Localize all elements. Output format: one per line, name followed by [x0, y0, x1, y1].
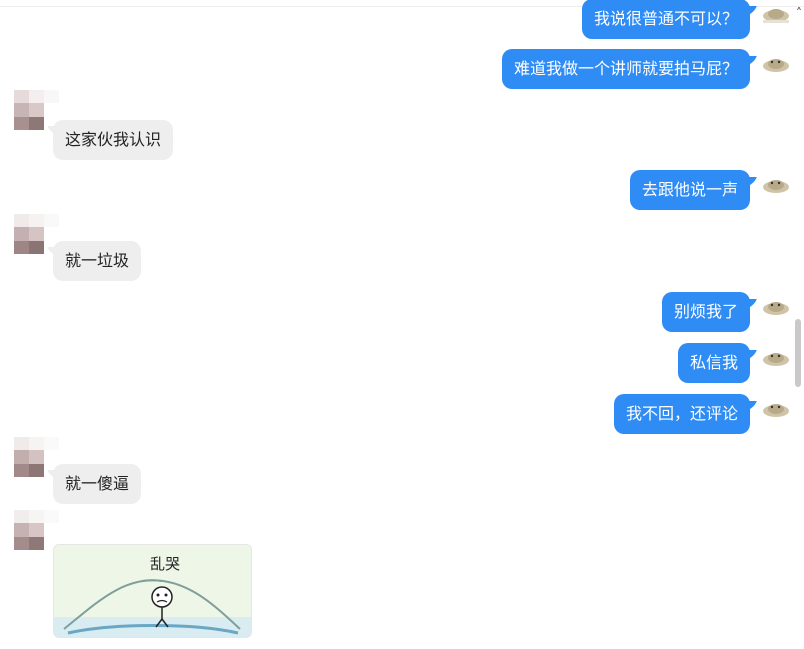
message-text: 就一垃圾: [65, 251, 130, 270]
chevron-up-icon[interactable]: ˄: [796, 6, 802, 20]
message-text: 我不回，还评论: [625, 404, 738, 423]
sticker-caption: 乱哭: [150, 555, 181, 573]
outgoing-message[interactable]: 私信我: [677, 343, 750, 383]
message-text: 这家伙我认识: [65, 130, 162, 149]
chat-window: ˄ 我说很普通不可以？ 难道我做一个讲师就要拍马屁？ 这家伙我认识 去跟他说一声: [0, 0, 804, 649]
cat-avatar-icon[interactable]: [761, 53, 791, 73]
message-text: 难道我做一个讲师就要拍马屁？: [513, 59, 738, 78]
message-text: 别烦我了: [673, 302, 738, 321]
cat-avatar-icon[interactable]: [761, 398, 791, 418]
incoming-message[interactable]: 这家伙我认识: [53, 120, 174, 160]
cat-avatar-icon[interactable]: [761, 296, 791, 316]
cat-avatar-icon[interactable]: [761, 347, 791, 367]
message-text: 我说很普通不可以？: [593, 9, 738, 28]
cat-avatar-icon[interactable]: [761, 174, 791, 194]
incoming-message[interactable]: 就一傻逼: [53, 464, 142, 504]
message-text: 去跟他说一声: [641, 180, 738, 199]
outgoing-message[interactable]: 去跟他说一声: [629, 170, 750, 210]
scrollbar-thumb[interactable]: [795, 319, 801, 387]
message-text: 私信我: [689, 353, 738, 372]
cat-avatar-icon[interactable]: [761, 3, 791, 23]
incoming-message[interactable]: 就一垃圾: [53, 241, 142, 281]
outgoing-message[interactable]: 我不回，还评论: [613, 394, 750, 434]
outgoing-message[interactable]: 我说很普通不可以？: [581, 0, 750, 39]
outgoing-message[interactable]: 难道我做一个讲师就要拍马屁？: [501, 49, 750, 89]
outgoing-message[interactable]: 别烦我了: [661, 292, 750, 332]
message-text: 就一傻逼: [65, 474, 130, 493]
sticker-message[interactable]: 乱哭: [53, 544, 252, 638]
